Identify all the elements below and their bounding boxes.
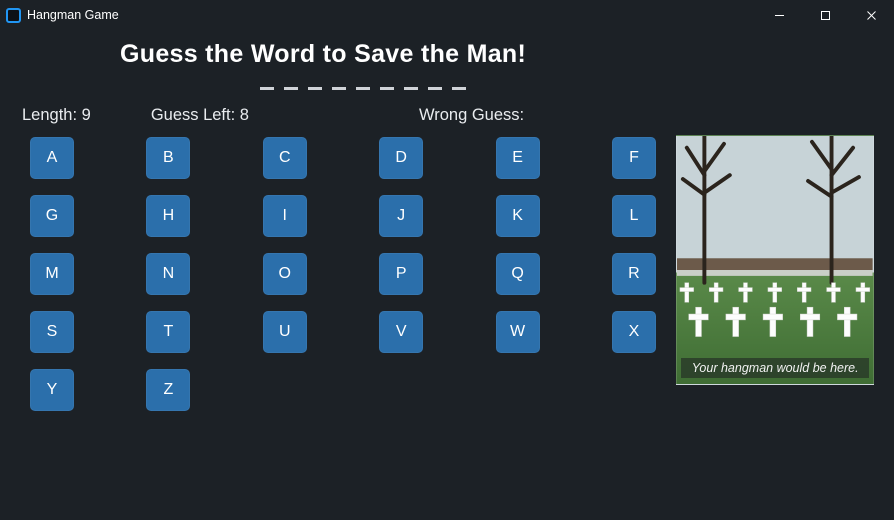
maximize-button[interactable] xyxy=(802,0,848,30)
guess-left-label: Guess Left: 8 xyxy=(151,106,249,125)
close-button[interactable] xyxy=(848,0,894,30)
letter-e-button[interactable]: E xyxy=(496,137,540,179)
app-icon xyxy=(6,8,21,23)
letter-t-button[interactable]: T xyxy=(146,311,190,353)
word-slot xyxy=(452,87,466,90)
wrong-guess-label: Wrong Guess: xyxy=(419,106,524,125)
word-slot xyxy=(332,87,346,90)
letter-n-button[interactable]: N xyxy=(146,253,190,295)
word-slot xyxy=(404,87,418,90)
letter-b-button[interactable]: B xyxy=(146,137,190,179)
word-slots xyxy=(260,87,874,90)
word-slot xyxy=(380,87,394,90)
hangman-caption: Your hangman would be here. xyxy=(681,358,869,378)
letter-r-button[interactable]: R xyxy=(612,253,656,295)
word-slot xyxy=(260,87,274,90)
status-row: Length: 9 Guess Left: 8 Wrong Guess: xyxy=(20,106,874,135)
letter-x-button[interactable]: X xyxy=(612,311,656,353)
letter-j-button[interactable]: J xyxy=(379,195,423,237)
letter-m-button[interactable]: M xyxy=(30,253,74,295)
letter-h-button[interactable]: H xyxy=(146,195,190,237)
letter-i-button[interactable]: I xyxy=(263,195,307,237)
letter-d-button[interactable]: D xyxy=(379,137,423,179)
letter-a-button[interactable]: A xyxy=(30,137,74,179)
title-bar: Hangman Game xyxy=(0,0,894,30)
letter-g-button[interactable]: G xyxy=(30,195,74,237)
letter-p-button[interactable]: P xyxy=(379,253,423,295)
letter-f-button[interactable]: F xyxy=(612,137,656,179)
hangman-image: Your hangman would be here. xyxy=(676,135,874,385)
letter-z-button[interactable]: Z xyxy=(146,369,190,411)
page-title: Guess the Word to Save the Man! xyxy=(120,40,874,69)
length-label: Length: 9 xyxy=(22,106,91,125)
letter-k-button[interactable]: K xyxy=(496,195,540,237)
letter-w-button[interactable]: W xyxy=(496,311,540,353)
word-slot xyxy=(308,87,322,90)
word-slot xyxy=(284,87,298,90)
letter-l-button[interactable]: L xyxy=(612,195,656,237)
letter-s-button[interactable]: S xyxy=(30,311,74,353)
letter-u-button[interactable]: U xyxy=(263,311,307,353)
minimize-button[interactable] xyxy=(756,0,802,30)
window-title: Hangman Game xyxy=(27,8,119,22)
letter-c-button[interactable]: C xyxy=(263,137,307,179)
letter-q-button[interactable]: Q xyxy=(496,253,540,295)
word-slot xyxy=(428,87,442,90)
letter-grid: A B C D E F G H I J K L M N O P Q R S T U V W X Y Z xyxy=(20,135,662,411)
letter-o-button[interactable]: O xyxy=(263,253,307,295)
letter-y-button[interactable]: Y xyxy=(30,369,74,411)
letter-v-button[interactable]: V xyxy=(379,311,423,353)
word-slot xyxy=(356,87,370,90)
